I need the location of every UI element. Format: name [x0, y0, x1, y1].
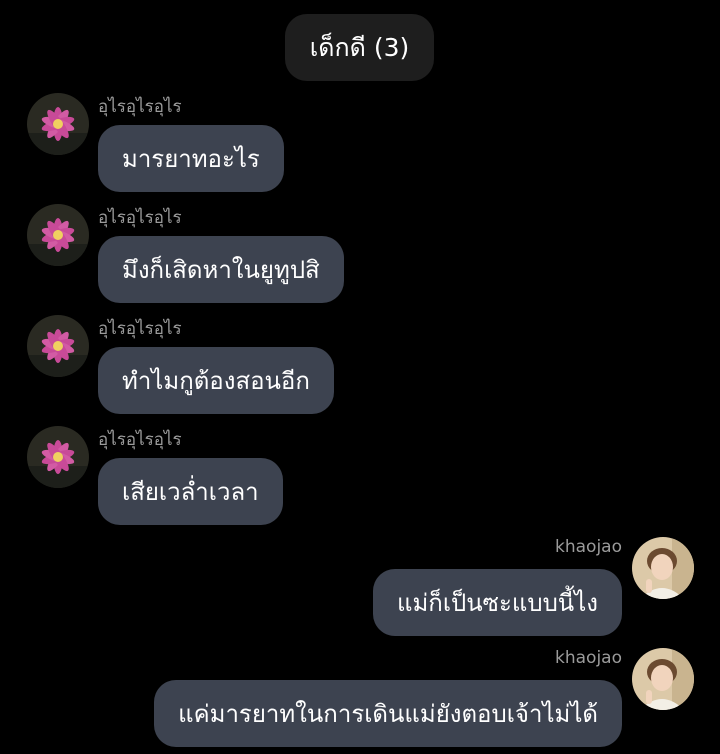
sender-name: khaojao — [555, 537, 622, 557]
message-bubble[interactable]: มึงก็เสิดหาในยูทูปสิ — [98, 236, 344, 303]
message-bubble[interactable]: เสียเวล่ำเวลา — [98, 458, 283, 525]
water-lily-avatar[interactable] — [27, 426, 89, 488]
message-bubble[interactable]: แม่ก็เป็นซะแบบนี้ไง — [373, 569, 622, 636]
message-bubble[interactable]: ทำไมกูต้องสอนอีก — [98, 347, 334, 414]
sender-name: อุไรอุไรอุไร — [98, 319, 182, 339]
message-bubble[interactable]: มารยาทอะไร — [98, 125, 284, 192]
sender-name: อุไรอุไรอุไร — [98, 208, 182, 228]
sender-name: khaojao — [555, 648, 622, 668]
water-lily-avatar[interactable] — [27, 315, 89, 377]
message-bubble[interactable]: แค่มารยาทในการเดินแม่ยังตอบเจ้าไม่ได้ — [154, 680, 622, 747]
chat-title[interactable]: เด็กดี (3) — [285, 14, 434, 81]
water-lily-avatar[interactable] — [27, 204, 89, 266]
sender-name: อุไรอุไรอุไร — [98, 97, 182, 117]
sender-name: อุไรอุไรอุไร — [98, 430, 182, 450]
water-lily-avatar[interactable] — [27, 93, 89, 155]
person-avatar[interactable] — [632, 537, 694, 599]
person-avatar[interactable] — [632, 648, 694, 710]
